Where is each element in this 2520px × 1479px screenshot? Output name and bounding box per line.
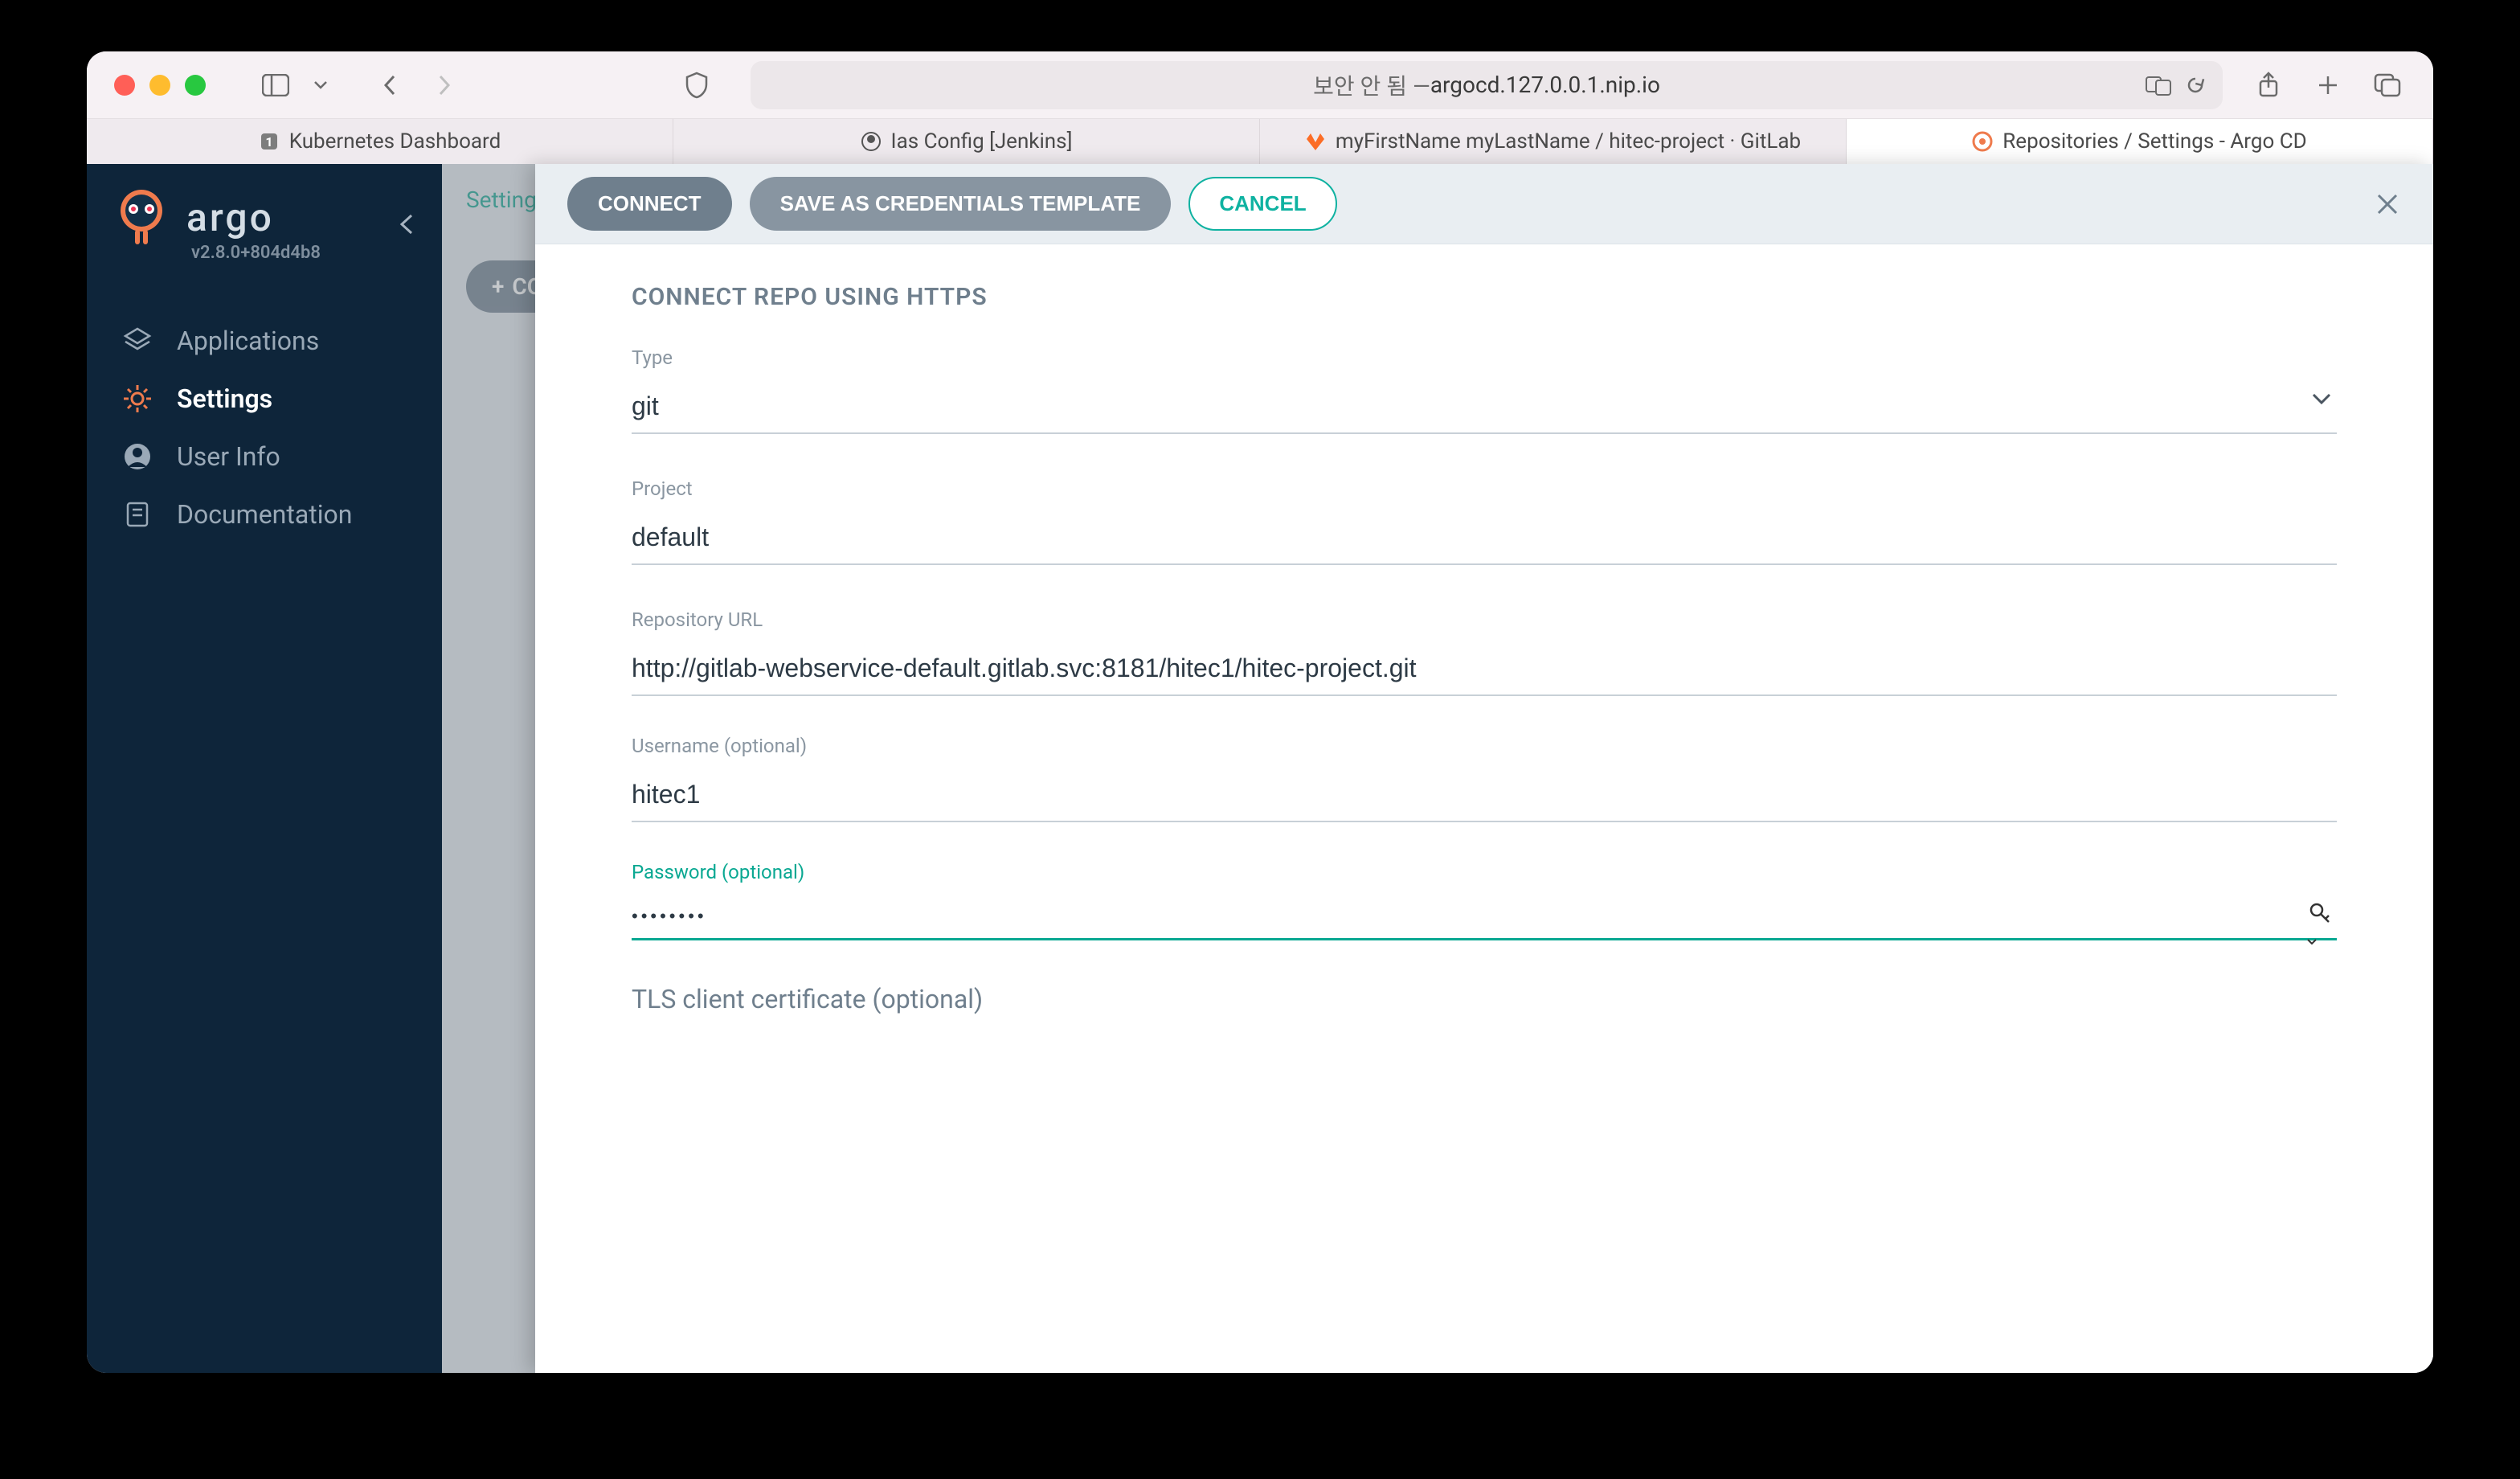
sidebar-item-user-info[interactable]: User Info	[122, 441, 442, 472]
sidebar-item-documentation[interactable]: Documentation	[122, 499, 442, 530]
translate-icon[interactable]	[2146, 74, 2173, 96]
tab-label: Ias Config [Jenkins]	[891, 129, 1073, 154]
reload-icon[interactable]	[2184, 74, 2207, 96]
repo-url-input[interactable]	[632, 647, 2337, 696]
close-panel-button[interactable]	[2374, 191, 2401, 218]
back-button[interactable]	[374, 70, 405, 100]
field-username: Username (optional)	[632, 735, 2337, 822]
sidebar-logo: argo	[87, 186, 442, 248]
browser-toolbar: 보안 안 됨 — argocd.127.0.0.1.nip.io	[87, 51, 2433, 119]
window-controls	[114, 75, 206, 96]
connect-repo-panel: CONNECT SAVE AS CREDENTIALS TEMPLATE CAN…	[535, 164, 2433, 1373]
svg-text:1: 1	[265, 134, 272, 150]
layers-icon	[122, 326, 153, 356]
field-password: Password (optional)	[632, 861, 2337, 940]
argo-icon	[1972, 131, 1993, 152]
sidebar-collapse-button[interactable]	[395, 212, 419, 236]
url-host: argocd.127.0.0.1.nip.io	[1430, 72, 1660, 98]
tabs-overview-icon[interactable]	[2372, 70, 2403, 100]
shield-icon[interactable]	[681, 70, 712, 100]
minimize-window-button[interactable]	[149, 75, 170, 96]
chevron-down-icon[interactable]	[305, 70, 336, 100]
field-project: Project	[632, 477, 2337, 565]
book-icon	[122, 499, 153, 530]
forward-button[interactable]	[429, 70, 460, 100]
tab-argocd[interactable]: Repositories / Settings - Argo CD	[1847, 119, 2433, 164]
panel-header: CONNECT SAVE AS CREDENTIALS TEMPLATE CAN…	[535, 164, 2433, 244]
share-icon[interactable]	[2253, 70, 2284, 100]
sidebar-item-applications[interactable]: Applications	[122, 326, 442, 356]
field-label: Username (optional)	[632, 735, 2337, 757]
new-tab-icon[interactable]	[2313, 70, 2343, 100]
tab-label: myFirstName myLastName / hitec-project ·…	[1336, 129, 1801, 154]
tab-jenkins[interactable]: Ias Config [Jenkins]	[673, 119, 1260, 164]
field-label: Project	[632, 477, 2337, 500]
chrome-right-controls	[2253, 70, 2403, 100]
browser-window: 보안 안 됨 — argocd.127.0.0.1.nip.io	[87, 51, 2433, 1373]
tab-kubernetes[interactable]: 1 Kubernetes Dashboard	[87, 119, 673, 164]
panel-body: CONNECT REPO USING HTTPS Type Project	[535, 244, 2433, 1373]
project-input[interactable]	[632, 516, 2337, 565]
sidebar-item-settings[interactable]: Settings	[122, 383, 442, 414]
sidebar-toggle-group	[260, 70, 336, 100]
sidebar: argo v2.8.0+804d4b8 Applications Settin	[87, 164, 442, 1373]
url-bar[interactable]: 보안 안 됨 — argocd.127.0.0.1.nip.io	[751, 61, 2223, 109]
user-icon	[122, 441, 153, 472]
gitlab-icon	[1305, 131, 1326, 152]
tab-label: Repositories / Settings - Argo CD	[2002, 129, 2306, 154]
gear-icon	[122, 383, 153, 414]
sidebar-toggle-icon[interactable]	[260, 70, 291, 100]
save-as-template-button[interactable]: SAVE AS CREDENTIALS TEMPLATE	[750, 177, 1172, 231]
field-label: Type	[632, 346, 2337, 369]
field-label: Password (optional)	[632, 861, 2337, 883]
connect-button[interactable]: CONNECT	[567, 177, 732, 231]
key-icon[interactable]	[2308, 901, 2332, 952]
chevron-down-icon	[2311, 391, 2332, 406]
tab-label: Kubernetes Dashboard	[289, 129, 501, 154]
tab-gitlab[interactable]: myFirstName myLastName / hitec-project ·…	[1260, 119, 1847, 164]
field-repo-url: Repository URL	[632, 608, 2337, 696]
argocd-app: argo v2.8.0+804d4b8 Applications Settin	[87, 164, 2433, 1373]
field-label: Repository URL	[632, 608, 2337, 631]
cancel-button[interactable]: CANCEL	[1188, 177, 1336, 231]
brand-text: argo	[186, 195, 274, 240]
section-title: CONNECT REPO USING HTTPS	[632, 283, 2337, 311]
close-icon	[2374, 191, 2401, 218]
sidebar-nav: Applications Settings User Info	[87, 326, 442, 530]
k8s-icon: 1	[259, 131, 280, 152]
field-type: Type	[632, 346, 2337, 434]
tab-strip: 1 Kubernetes Dashboard Ias Config [Jenki…	[87, 119, 2433, 164]
tls-section-title: TLS client certificate (optional)	[632, 984, 2337, 1014]
sidebar-item-label: Applications	[177, 326, 319, 356]
content-area: Settings + CO CONNECT SAVE AS CREDENTIAL…	[442, 164, 2433, 1373]
close-window-button[interactable]	[114, 75, 135, 96]
password-input[interactable]	[632, 899, 2337, 940]
username-input[interactable]	[632, 773, 2337, 822]
sidebar-item-label: User Info	[177, 441, 280, 472]
zoom-window-button[interactable]	[185, 75, 206, 96]
type-select[interactable]	[632, 385, 2337, 434]
nav-arrows	[374, 70, 460, 100]
jenkins-icon	[861, 131, 882, 152]
url-security-text: 보안 안 됨 —	[1313, 69, 1430, 101]
argo-logo-icon	[114, 186, 169, 248]
sidebar-item-label: Settings	[177, 383, 272, 414]
sidebar-item-label: Documentation	[177, 499, 352, 530]
